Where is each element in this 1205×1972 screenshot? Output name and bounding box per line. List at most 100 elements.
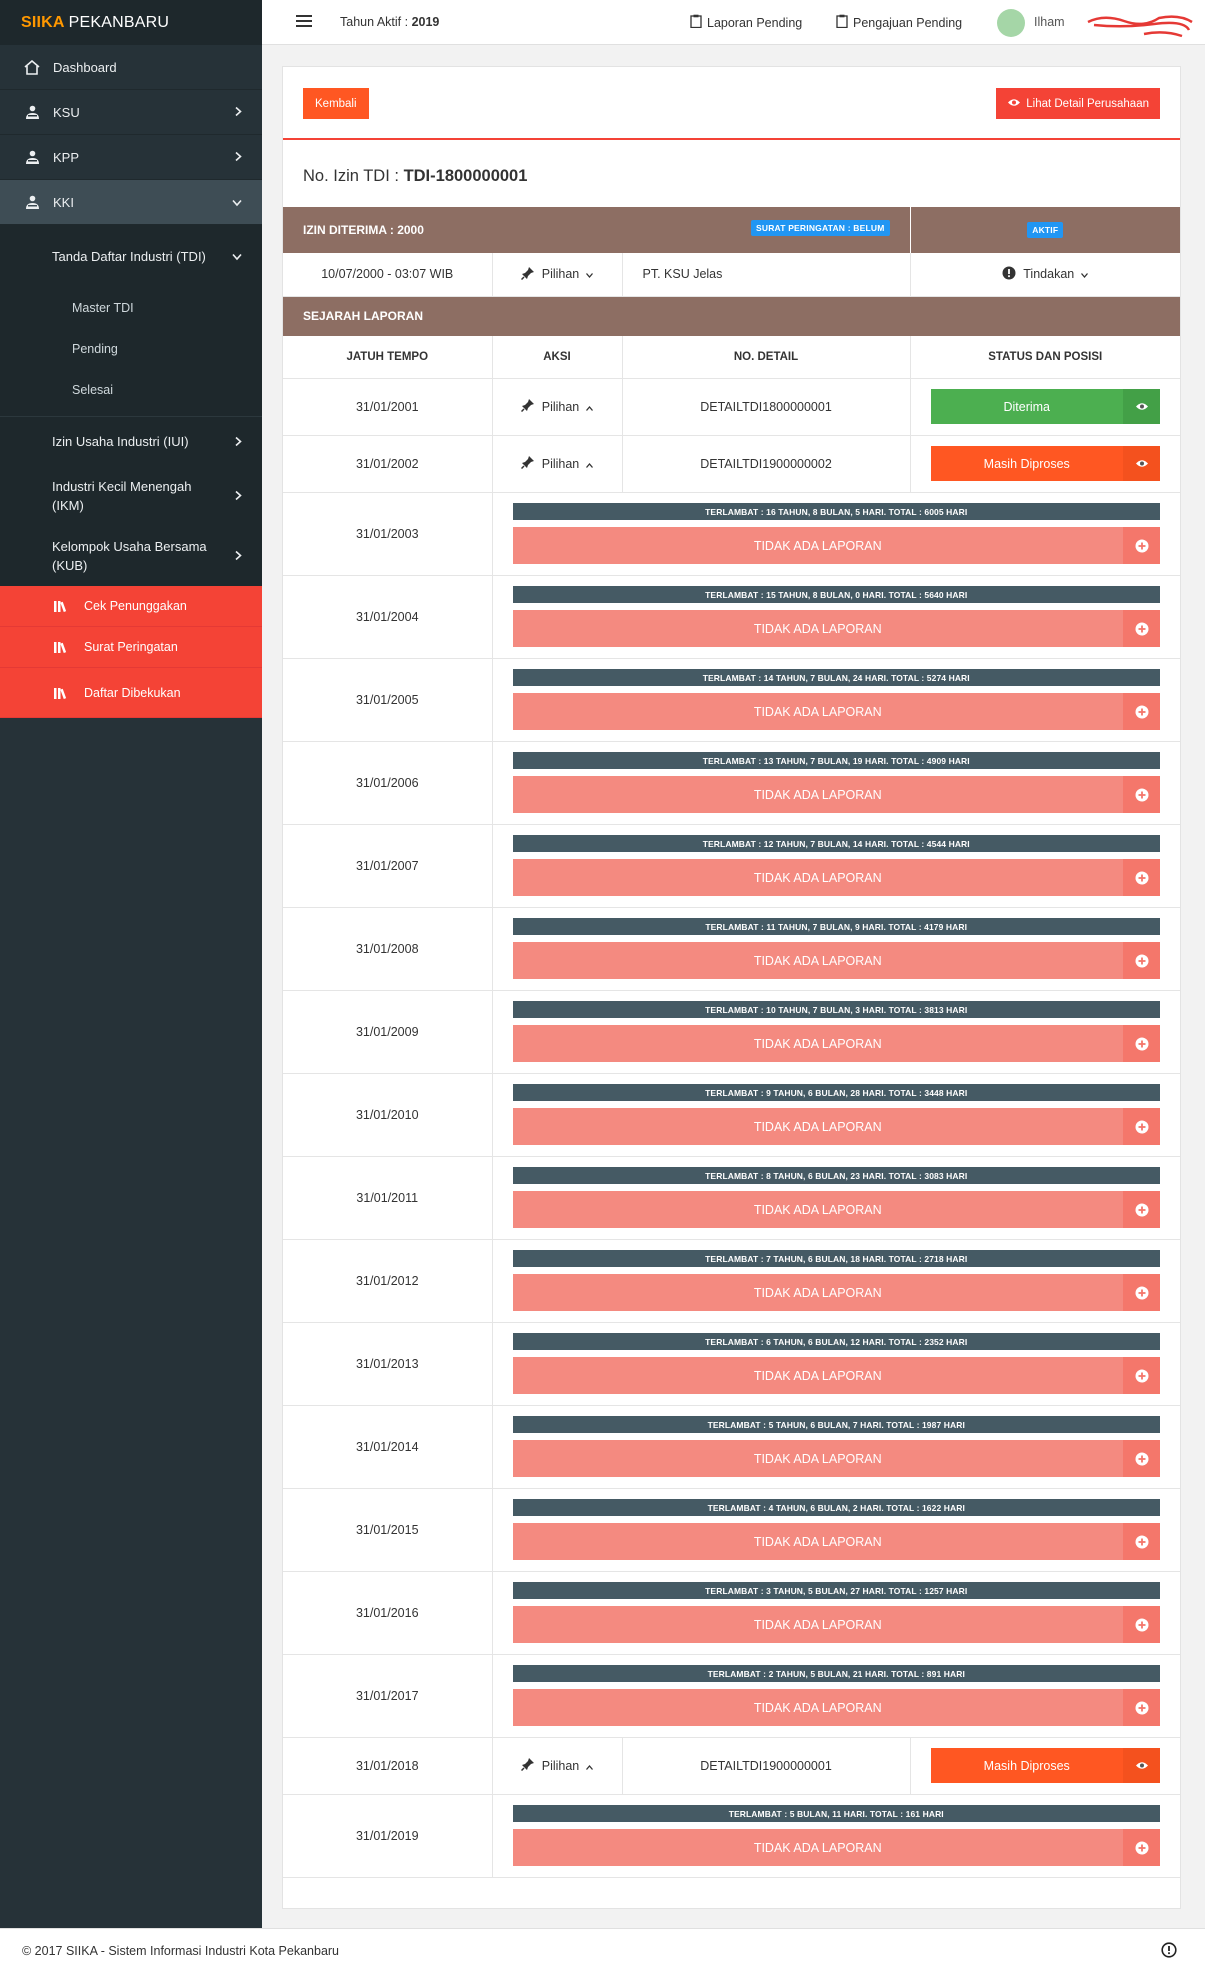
plus-circle-icon[interactable] <box>1123 776 1160 813</box>
plus-circle-icon[interactable] <box>1123 1606 1160 1643</box>
tdi-submenu: Master TDI Pending Selesai <box>0 287 262 416</box>
sidebar-item-label: Cek Penunggakan <box>84 599 187 613</box>
terlambat-bar: TERLAMBAT : 13 TAHUN, 7 BULAN, 19 HARI. … <box>512 752 1160 769</box>
jatuh-tempo-cell: 31/01/2017 <box>283 1654 493 1738</box>
pilihan-dropdown[interactable]: Pilihan <box>520 398 594 415</box>
avatar[interactable] <box>997 9 1025 37</box>
tidak-ada-laporan-button[interactable]: TIDAK ADA LAPORAN <box>512 1025 1160 1062</box>
chevron-right-icon <box>235 150 242 165</box>
tidak-ada-laporan-button[interactable]: TIDAK ADA LAPORAN <box>512 1689 1160 1726</box>
pengajuan-pending-link[interactable]: Pengajuan Pending <box>836 14 962 31</box>
sidebar-item-ikm[interactable]: Industri Kecil Menengah (IKM) <box>0 466 262 526</box>
laporan-rows: 31/01/2001 Pilihan DETAILTDI1800000001 Dite… <box>283 378 1180 1878</box>
tidak-ada-laporan-button[interactable]: TIDAK ADA LAPORAN <box>512 776 1160 813</box>
sidebar-item-tdi[interactable]: Tanda Daftar Industri (TDI) <box>0 225 262 287</box>
pilihan-label: Pilihan <box>541 456 580 471</box>
plus-circle-icon[interactable] <box>1123 1357 1160 1394</box>
tidak-ada-laporan-label: TIDAK ADA LAPORAN <box>753 1700 882 1715</box>
kembali-button[interactable]: Kembali <box>303 88 369 119</box>
plus-circle-icon[interactable] <box>1123 1191 1160 1228</box>
tidak-ada-laporan-button[interactable]: TIDAK ADA LAPORAN <box>512 1108 1160 1145</box>
sidebar-item-kub[interactable]: Kelompok Usaha Bersama (KUB) <box>0 526 262 586</box>
user-name[interactable]: Ilham <box>1034 15 1065 29</box>
tidak-ada-laporan-button[interactable]: TIDAK ADA LAPORAN <box>512 1606 1160 1643</box>
aktif-cell: AKTIF <box>910 207 1180 253</box>
plus-circle-icon[interactable] <box>1123 1274 1160 1311</box>
eye-icon[interactable] <box>1123 1748 1160 1783</box>
plus-circle-icon[interactable] <box>1123 942 1160 979</box>
tidak-ada-laporan-button[interactable]: TIDAK ADA LAPORAN <box>512 1357 1160 1394</box>
eye-icon[interactable] <box>1123 446 1160 481</box>
pilihan-dropdown[interactable]: Pilihan <box>520 266 594 283</box>
plus-circle-icon[interactable] <box>1123 1108 1160 1145</box>
table-row: 31/01/2003 TERLAMBAT : 16 TAHUN, 8 BULAN,… <box>283 492 1180 576</box>
table-row: 31/01/2012 TERLAMBAT : 7 TAHUN, 6 BULAN, … <box>283 1239 1180 1323</box>
tidak-ada-laporan-button[interactable]: TIDAK ADA LAPORAN <box>512 1523 1160 1560</box>
pilihan-label: Pilihan <box>541 1758 580 1773</box>
jatuh-tempo-cell: 31/01/2007 <box>283 824 493 908</box>
plus-circle-icon[interactable] <box>1123 527 1160 564</box>
tidak-ada-laporan-button[interactable]: TIDAK ADA LAPORAN <box>512 1440 1160 1477</box>
plus-circle-icon[interactable] <box>1123 859 1160 896</box>
plus-circle-icon[interactable] <box>1123 610 1160 647</box>
users-icon <box>22 149 42 165</box>
terlambat-bar: TERLAMBAT : 14 TAHUN, 7 BULAN, 24 HARI. … <box>512 669 1160 686</box>
exclamation-circle-icon <box>1002 266 1016 283</box>
col-no-detail: NO. DETAIL <box>622 336 911 379</box>
tidak-ada-laporan-button[interactable]: TIDAK ADA LAPORAN <box>512 610 1160 647</box>
pilihan-dropdown[interactable]: Pilihan <box>520 1757 594 1774</box>
laporan-pending-link[interactable]: Laporan Pending <box>690 14 802 31</box>
plus-circle-icon[interactable] <box>1123 1523 1160 1560</box>
exclamation-circle-icon[interactable] <box>1161 1942 1177 1961</box>
brand-logo[interactable]: SIIKA PEKANBARU <box>0 0 262 45</box>
sidebar-item-ksu[interactable]: KSU <box>0 90 262 135</box>
tidak-ada-laporan-button[interactable]: TIDAK ADA LAPORAN <box>512 942 1160 979</box>
table-row: 31/01/2013 TERLAMBAT : 6 TAHUN, 6 BULAN, … <box>283 1322 1180 1406</box>
tindakan-dropdown[interactable]: Tindakan <box>1002 266 1089 283</box>
pilihan-label: Pilihan <box>541 399 580 414</box>
plus-circle-icon[interactable] <box>1123 1440 1160 1477</box>
sidebar-item-label: Tanda Daftar Industri (TDI) <box>52 248 206 264</box>
status-button[interactable]: Diterima <box>930 389 1160 424</box>
sidebar-item-dashboard[interactable]: Dashboard <box>0 45 262 90</box>
sidebar-item-master-tdi[interactable]: Master TDI <box>0 287 262 328</box>
plus-circle-icon[interactable] <box>1123 1689 1160 1726</box>
col-aksi: AKSI <box>492 336 623 379</box>
tidak-ada-laporan-button[interactable]: TIDAK ADA LAPORAN <box>512 1191 1160 1228</box>
tidak-ada-laporan-button[interactable]: TIDAK ADA LAPORAN <box>512 693 1160 730</box>
eye-icon[interactable] <box>1123 389 1160 424</box>
sidebar-item-kpp[interactable]: KPP <box>0 135 262 180</box>
status-button[interactable]: Masih Diproses <box>930 446 1160 481</box>
tidak-ada-laporan-button[interactable]: TIDAK ADA LAPORAN <box>512 1274 1160 1311</box>
sidebar-item-label: Pending <box>72 341 118 356</box>
footer: © 2017 SIIKA - Sistem Informasi Industri… <box>0 1928 1205 1972</box>
home-icon <box>22 59 42 75</box>
sidebar-item-pending[interactable]: Pending <box>0 328 262 369</box>
status-button[interactable]: Masih Diproses <box>930 1748 1160 1783</box>
hamburger-icon[interactable] <box>296 14 312 30</box>
terlambat-bar: TERLAMBAT : 15 TAHUN, 8 BULAN, 0 HARI. T… <box>512 586 1160 603</box>
sidebar-item-kki[interactable]: KKI <box>0 180 262 225</box>
tidak-ada-laporan-button[interactable]: TIDAK ADA LAPORAN <box>512 527 1160 564</box>
sidebar-item-cek-penunggakan[interactable]: Cek Penunggakan <box>0 586 262 627</box>
izin-info-row: 10/07/2000 - 03:07 WIB Pilihan PT. KSU J… <box>283 253 1180 297</box>
tidak-ada-laporan-button[interactable]: TIDAK ADA LAPORAN <box>512 1829 1160 1866</box>
terlambat-bar: TERLAMBAT : 6 TAHUN, 6 BULAN, 12 HARI. T… <box>512 1333 1160 1350</box>
terlambat-bar: TERLAMBAT : 10 TAHUN, 7 BULAN, 3 HARI. T… <box>512 1001 1160 1018</box>
jatuh-tempo-cell: 31/01/2002 <box>283 435 493 493</box>
sidebar-item-daftar-dibekukan[interactable]: Daftar Dibekukan <box>0 668 262 718</box>
terlambat-bar: TERLAMBAT : 8 TAHUN, 6 BULAN, 23 HARI. T… <box>512 1167 1160 1184</box>
sidebar-item-iui[interactable]: Izin Usaha Industri (IUI) <box>0 416 262 466</box>
izin-label: No. Izin TDI : <box>303 167 404 185</box>
plus-circle-icon[interactable] <box>1123 1025 1160 1062</box>
lihat-detail-button[interactable]: Lihat Detail Perusahaan <box>996 88 1160 119</box>
late-cell: TERLAMBAT : 6 TAHUN, 6 BULAN, 12 HARI. T… <box>492 1322 1180 1406</box>
sidebar-item-selesai[interactable]: Selesai <box>0 369 262 416</box>
pilihan-dropdown[interactable]: Pilihan <box>520 455 594 472</box>
tidak-ada-laporan-button[interactable]: TIDAK ADA LAPORAN <box>512 859 1160 896</box>
tidak-ada-laporan-label: TIDAK ADA LAPORAN <box>753 1368 882 1383</box>
sidebar-item-surat-peringatan[interactable]: Surat Peringatan <box>0 627 262 668</box>
jatuh-tempo-cell: 31/01/2009 <box>283 990 493 1074</box>
plus-circle-icon[interactable] <box>1123 693 1160 730</box>
plus-circle-icon[interactable] <box>1123 1829 1160 1866</box>
